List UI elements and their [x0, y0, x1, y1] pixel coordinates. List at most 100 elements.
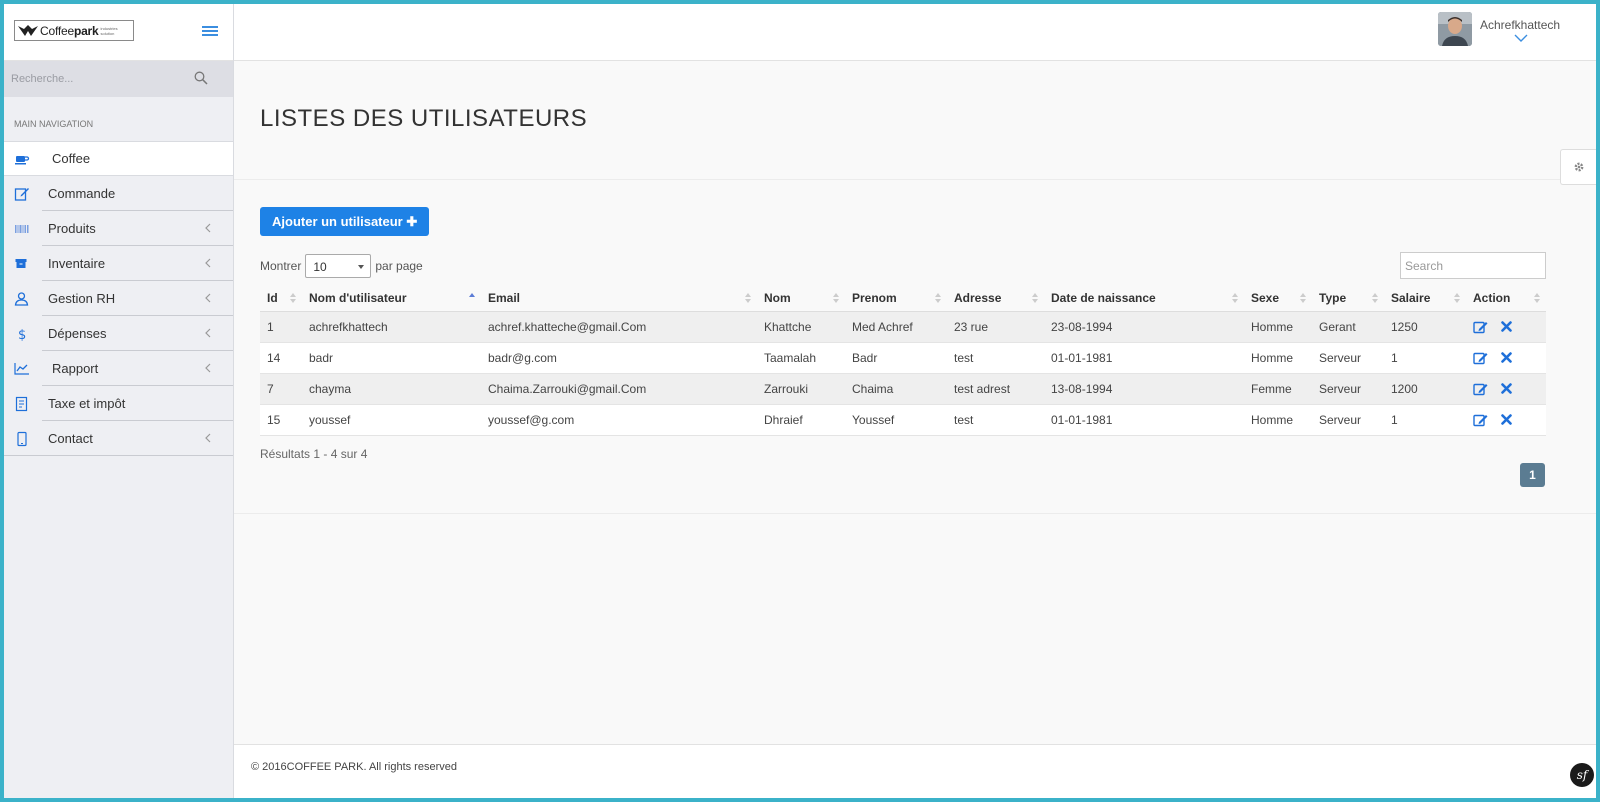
edit-icon[interactable]	[1473, 320, 1488, 334]
cell-nom: Dhraief	[757, 404, 845, 436]
logo-tagline: industries solution	[100, 25, 118, 36]
app-frame: Coffeepark industries solution Recherche…	[0, 0, 1600, 802]
cell-type: Serveur	[1312, 404, 1384, 436]
sidebar-item-commande[interactable]: Commande	[4, 176, 233, 211]
col-adresse[interactable]: Adresse	[947, 285, 1044, 312]
svg-text:$: $	[18, 328, 26, 342]
edit-icon[interactable]	[1473, 382, 1488, 396]
sidebar-item-label: Coffee	[52, 151, 91, 166]
menu-toggle-icon[interactable]	[202, 26, 218, 38]
sidebar-search-input[interactable]: Recherche...	[11, 73, 73, 85]
cell-salaire: 1	[1384, 342, 1466, 374]
sort-icon	[1454, 293, 1460, 303]
col-salaire[interactable]: Salaire	[1384, 285, 1466, 312]
col-username[interactable]: Nom d'utilisateur	[302, 285, 481, 312]
cell-id: 14	[260, 342, 302, 374]
table-header-row: Id Nom d'utilisateur Email Nom Prenom Ad…	[260, 285, 1546, 312]
edit-icon[interactable]	[1473, 413, 1488, 427]
col-sexe[interactable]: Sexe	[1244, 285, 1312, 312]
cell-date: 01-01-1981	[1044, 404, 1244, 436]
cell-type: Serveur	[1312, 373, 1384, 405]
col-email[interactable]: Email	[481, 285, 757, 312]
sidebar-item-label: Gestion RH	[48, 291, 116, 306]
divider	[234, 179, 1596, 180]
cell-id: 1	[260, 311, 302, 343]
cell-nom: Taamalah	[757, 342, 845, 374]
delete-icon[interactable]	[1501, 321, 1513, 333]
dollar-icon: $	[18, 328, 26, 342]
page-title: LISTES DES UTILISATEURS	[260, 105, 588, 132]
user-icon	[14, 292, 29, 306]
cell-adresse: 23 rue	[947, 311, 1044, 343]
add-user-button[interactable]: Ajouter un utilisateur ✚	[260, 207, 430, 236]
cell-sexe: Homme	[1244, 404, 1312, 436]
receipt-icon	[15, 396, 28, 412]
sidebar-search[interactable]: Recherche...	[4, 61, 233, 97]
sidebar-item-label: Inventaire	[48, 256, 106, 271]
cell-sexe: Homme	[1244, 342, 1312, 374]
cell-prenom: Badr	[845, 342, 947, 374]
sidebar-item-gestion-rh[interactable]: Gestion RH	[4, 281, 233, 316]
sidebar-item-depenses[interactable]: $ Dépenses	[4, 316, 233, 351]
cell-action	[1466, 373, 1546, 405]
sidebar-item-taxe[interactable]: Taxe et impôt	[4, 386, 233, 421]
sort-icon	[833, 293, 839, 303]
page-size-value: 10	[313, 260, 327, 274]
sidebar-item-coffee[interactable]: Coffee	[4, 141, 233, 176]
cell-prenom: Med Achref	[845, 311, 947, 343]
delete-icon[interactable]	[1501, 352, 1513, 364]
cell-sexe: Homme	[1244, 311, 1312, 343]
col-nom[interactable]: Nom	[757, 285, 845, 312]
sidebar-item-label: Rapport	[52, 361, 99, 376]
col-prenom[interactable]: Prenom	[845, 285, 947, 312]
top-bar: Achrefkhattech	[234, 4, 1596, 61]
sort-icon	[1534, 293, 1540, 303]
chevron-left-icon	[205, 328, 211, 338]
settings-tab[interactable]	[1560, 149, 1596, 185]
cell-nom: Khattche	[757, 311, 845, 343]
sort-icon	[1372, 293, 1378, 303]
sidebar-item-inventaire[interactable]: Inventaire	[4, 246, 233, 281]
chevron-left-icon	[205, 363, 211, 373]
cell-nom: Zarrouki	[757, 373, 845, 405]
page-size-select[interactable]: 10	[305, 254, 372, 278]
avatar[interactable]	[1438, 12, 1472, 46]
results-summary: Résultats 1 - 4 sur 4	[260, 447, 368, 461]
cell-username: chayma	[302, 373, 481, 405]
cell-action	[1466, 311, 1546, 343]
sort-icon	[1232, 293, 1238, 303]
sidebar-item-contact[interactable]: Contact	[4, 421, 233, 456]
col-date-naissance[interactable]: Date de naissance	[1044, 285, 1244, 312]
delete-icon[interactable]	[1501, 383, 1513, 395]
edit-icon[interactable]	[1473, 351, 1488, 365]
table-row: 14 badr badr@g.com Taamalah Badr test 01…	[260, 342, 1546, 374]
copyright-text: © 2016COFFEE PARK. All rights reserved	[251, 761, 457, 773]
table-row: 1 achrefkhattech achref.khatteche@gmail.…	[260, 311, 1546, 343]
logo-text: Coffeepark	[40, 23, 99, 38]
username[interactable]: Achrefkhattech	[1480, 18, 1560, 32]
search-icon[interactable]	[194, 71, 208, 85]
cell-id: 15	[260, 404, 302, 436]
chevron-down-icon[interactable]	[1514, 34, 1528, 42]
user-photo	[1438, 12, 1472, 46]
chevron-left-icon	[205, 258, 211, 268]
cell-prenom: Chaima	[845, 373, 947, 405]
col-id[interactable]: Id	[260, 285, 302, 312]
sidebar-item-produits[interactable]: Produits	[4, 211, 233, 246]
archive-icon	[15, 259, 27, 268]
symfony-toolbar-icon[interactable]: sf	[1570, 763, 1594, 787]
col-action[interactable]: Action	[1466, 285, 1546, 312]
pagination-page-1[interactable]: 1	[1520, 463, 1545, 487]
sidebar-item-rapport[interactable]: Rapport	[4, 351, 233, 386]
logo[interactable]: Coffeepark industries solution	[14, 20, 134, 41]
col-type[interactable]: Type	[1312, 285, 1384, 312]
cell-salaire: 1200	[1384, 373, 1466, 405]
page-size-control: Montrer 10 par page	[260, 254, 423, 278]
users-table: Id Nom d'utilisateur Email Nom Prenom Ad…	[260, 285, 1546, 436]
delete-icon[interactable]	[1501, 414, 1513, 426]
sidebar-item-label: Dépenses	[48, 326, 107, 341]
cell-email: achref.khatteche@gmail.Com	[481, 311, 757, 343]
table-search-input[interactable]	[1400, 252, 1546, 279]
cell-adresse: test	[947, 404, 1044, 436]
cell-username: youssef	[302, 404, 481, 436]
